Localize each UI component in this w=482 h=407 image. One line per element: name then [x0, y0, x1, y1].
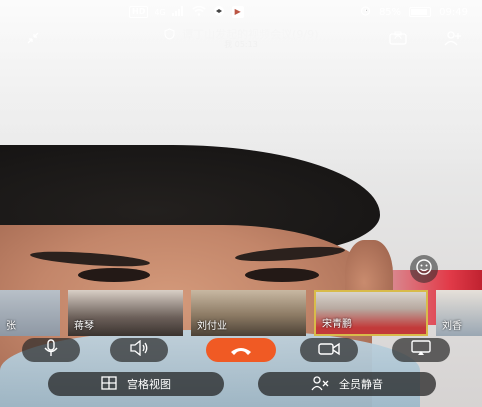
wifi-icon: [192, 5, 206, 19]
participant-name: 刘付业: [197, 321, 227, 332]
clock: 09:49: [439, 6, 468, 18]
participant-tile[interactable]: 刘付业: [191, 290, 306, 336]
participant-strip[interactable]: 张 蒋琴 刘付业 宋青鹏 刘香: [0, 290, 482, 336]
face-effect-icon: [415, 258, 433, 280]
participant-name: 张: [6, 321, 16, 332]
meeting-header: 谭丁山发起的视频会议(9/9) 我 05:13: [0, 24, 482, 54]
video-person-eye-left: [78, 268, 150, 282]
video-person-eye-right: [245, 268, 319, 282]
status-bar: HD 4G ▶ 85% 09:49: [0, 0, 482, 24]
video-camera-button[interactable]: [300, 338, 358, 362]
camera-switch-icon[interactable]: [387, 27, 409, 49]
microphone-icon: [43, 339, 59, 361]
participant-name: 刘香: [442, 321, 462, 332]
participant-tile-active[interactable]: 宋青鹏: [314, 290, 428, 336]
mute-all-label: 全员静音: [339, 378, 383, 391]
battery-icon: [409, 7, 432, 17]
participant-tile[interactable]: 刘香: [436, 290, 482, 336]
app-notify-badge-icon: ▶: [231, 6, 244, 18]
speaker-button[interactable]: [110, 338, 168, 362]
participant-name: 宋青鹏: [322, 319, 352, 330]
app-notify-icon: [212, 5, 226, 19]
hd-badge: HD: [129, 6, 149, 18]
screen-share-button[interactable]: [392, 338, 450, 362]
mute-all-icon: [311, 375, 329, 394]
add-user-icon[interactable]: [442, 27, 464, 49]
speaker-icon: [129, 339, 149, 360]
status-right: 85% 09:49: [360, 5, 468, 19]
participant-name: 蒋琴: [74, 321, 94, 332]
signal-label: 4G: [154, 7, 166, 17]
participant-tile[interactable]: 蒋琴: [68, 290, 183, 336]
microphone-button[interactable]: [22, 338, 80, 362]
status-left: HD 4G ▶: [129, 5, 244, 19]
video-camera-icon: [318, 341, 340, 360]
grid-icon: [101, 375, 117, 393]
screen-share-icon: [411, 340, 431, 360]
meeting-elapsed: 我 05:13: [224, 40, 258, 49]
hangup-button[interactable]: [206, 338, 276, 362]
grid-view-button[interactable]: 宫格视图: [48, 372, 224, 396]
alarm-icon: [360, 5, 371, 19]
battery-percent: 85%: [378, 6, 402, 18]
mute-all-button[interactable]: 全员静音: [258, 372, 436, 396]
participant-tile[interactable]: 张: [0, 290, 60, 336]
hangup-icon: [230, 341, 252, 360]
face-effect-button[interactable]: [410, 255, 438, 283]
signal-bars-icon: [171, 5, 186, 19]
grid-view-label: 宫格视图: [127, 378, 171, 391]
